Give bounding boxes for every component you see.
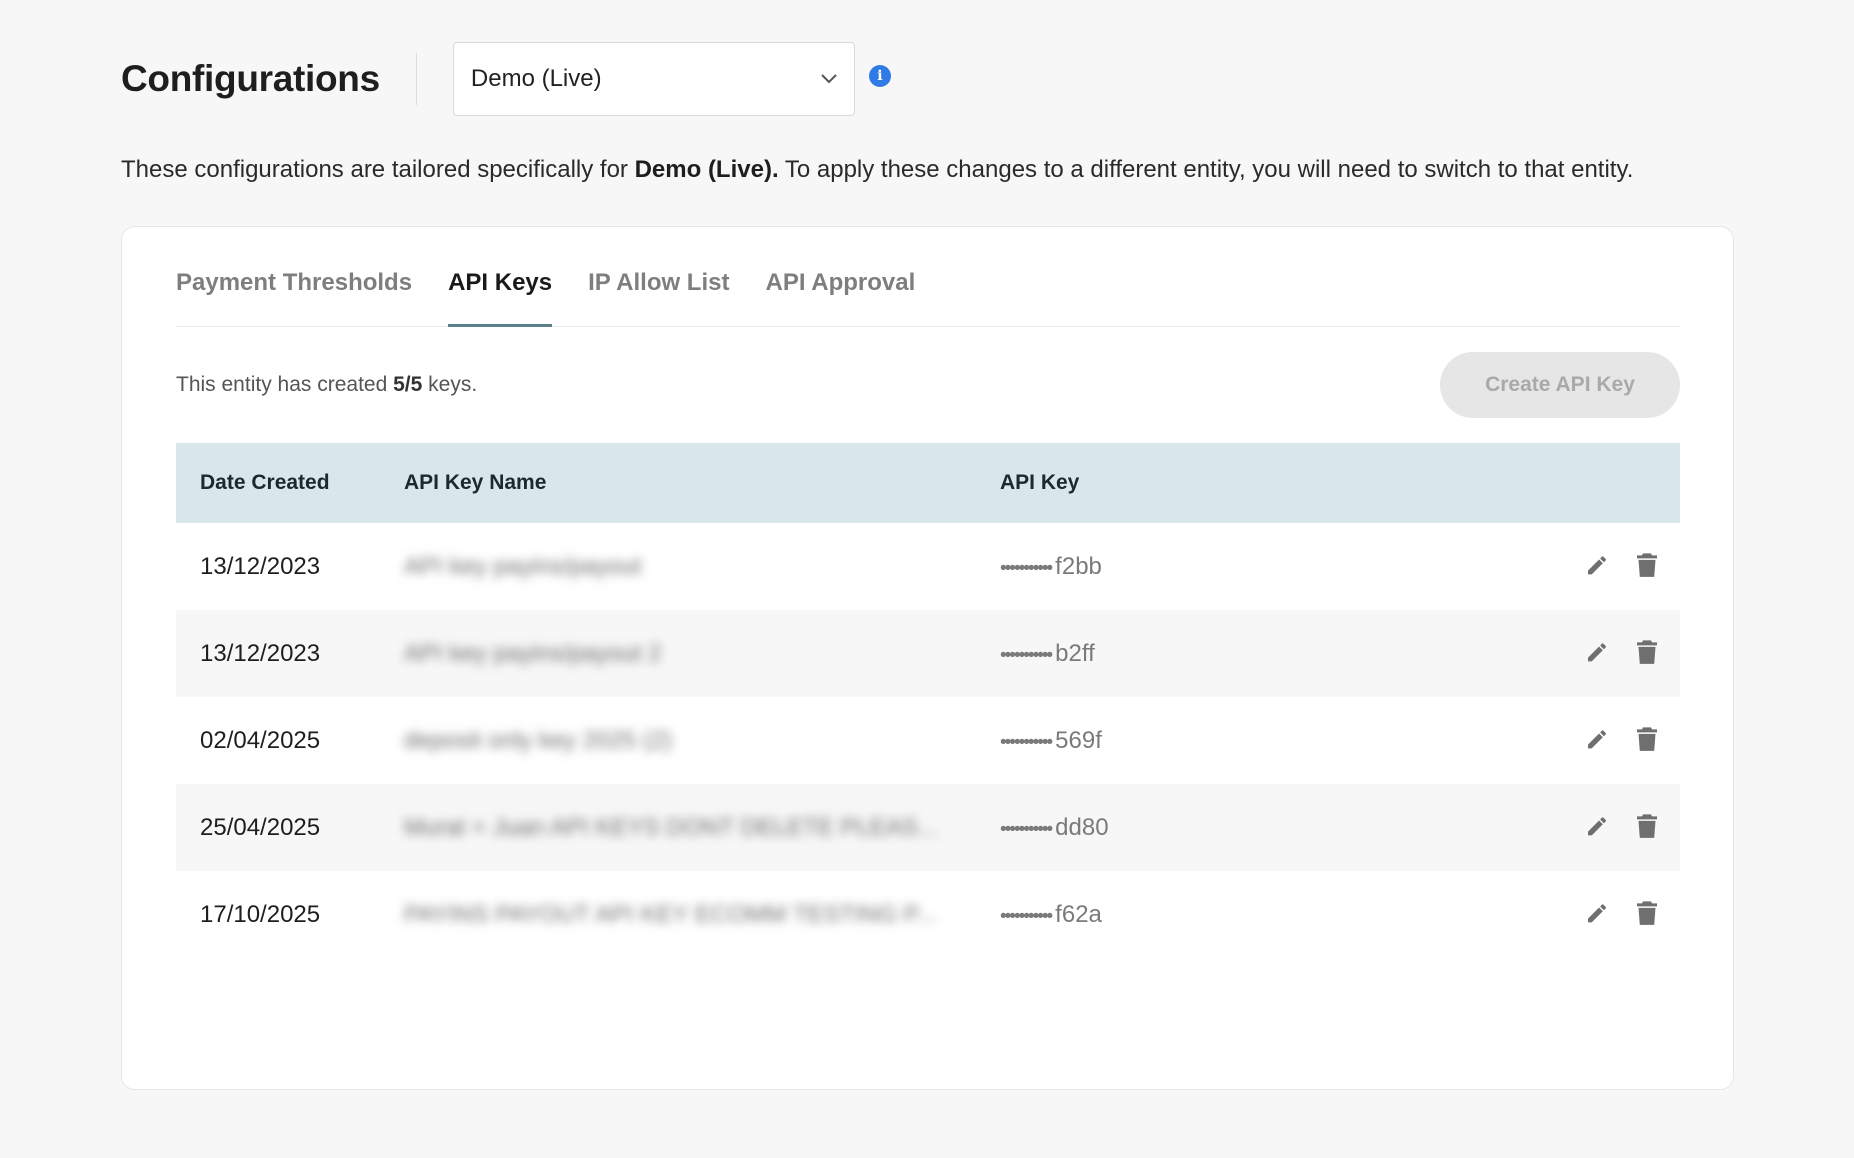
row-key-name: deposit only key 2025 (2) bbox=[404, 726, 673, 754]
tab-api-keys[interactable]: API Keys bbox=[448, 227, 553, 327]
key-mask: ••••••••••• bbox=[1000, 644, 1053, 666]
tab-api-approval[interactable]: API Approval bbox=[765, 227, 915, 326]
row-api-key: ••••••••••• f2bb bbox=[1000, 553, 1102, 581]
row-key-name: API key payins/payout bbox=[404, 552, 642, 580]
row-key-name: Murat + Juan API KEYS DONT DELETE PLEAS.… bbox=[404, 813, 938, 841]
trash-icon[interactable] bbox=[1634, 638, 1660, 666]
row-actions bbox=[1584, 725, 1660, 753]
configurations-page: Configurations Demo (Live) i These confi… bbox=[0, 0, 1854, 1158]
row-actions bbox=[1584, 812, 1660, 840]
table-header: Date Created API Key Name API Key bbox=[176, 443, 1680, 523]
row-key-name: API key payins/payout 2 bbox=[404, 639, 662, 667]
row-api-key: ••••••••••• dd80 bbox=[1000, 814, 1109, 842]
trash-icon[interactable] bbox=[1634, 812, 1660, 840]
api-keys-table: Date Created API Key Name API Key 13/12/… bbox=[176, 443, 1680, 958]
column-api-key-name: API Key Name bbox=[404, 471, 547, 494]
row-api-key: ••••••••••• f62a bbox=[1000, 901, 1102, 929]
description-suffix: To apply these changes to a different en… bbox=[778, 156, 1634, 183]
row-actions bbox=[1584, 899, 1660, 927]
key-count-suffix: keys. bbox=[422, 373, 478, 396]
entity-description: These configurations are tailored specif… bbox=[121, 156, 1633, 184]
key-count-value: 5/5 bbox=[393, 373, 423, 396]
row-key-name: PAYINS PAYOUT API KEY ECOMM TESTING P... bbox=[404, 900, 937, 928]
key-mask: ••••••••••• bbox=[1000, 905, 1053, 927]
table-row: 02/04/2025 deposit only key 2025 (2) •••… bbox=[176, 697, 1680, 784]
trash-icon[interactable] bbox=[1634, 551, 1660, 579]
key-suffix: b2ff bbox=[1055, 639, 1095, 667]
row-date: 13/12/2023 bbox=[200, 552, 321, 580]
row-actions bbox=[1584, 551, 1660, 579]
row-date: 25/04/2025 bbox=[200, 813, 321, 841]
key-count-prefix: This entity has created bbox=[176, 373, 394, 396]
row-api-key: ••••••••••• 569f bbox=[1000, 727, 1102, 755]
table-row: 17/10/2025 PAYINS PAYOUT API KEY ECOMM T… bbox=[176, 871, 1680, 958]
entity-select[interactable]: Demo (Live) bbox=[452, 42, 855, 116]
tab-payment-thresholds[interactable]: Payment Thresholds bbox=[176, 227, 412, 326]
key-suffix: f62a bbox=[1055, 900, 1102, 928]
pencil-icon[interactable] bbox=[1584, 638, 1610, 666]
description-prefix: These configurations are tailored specif… bbox=[121, 156, 635, 183]
title-divider bbox=[415, 53, 417, 105]
row-actions bbox=[1584, 638, 1660, 666]
key-suffix: f2bb bbox=[1055, 552, 1102, 580]
key-mask: ••••••••••• bbox=[1000, 557, 1053, 579]
key-mask: ••••••••••• bbox=[1000, 731, 1053, 753]
trash-icon[interactable] bbox=[1634, 899, 1660, 927]
key-suffix: 569f bbox=[1055, 726, 1102, 754]
row-date: 13/12/2023 bbox=[200, 639, 321, 667]
create-api-key-button[interactable]: Create API Key bbox=[1440, 352, 1680, 418]
table-row: 13/12/2023 API key payins/payout •••••••… bbox=[176, 523, 1680, 610]
pencil-icon[interactable] bbox=[1584, 812, 1610, 840]
tab-ip-allow-list[interactable]: IP Allow List bbox=[588, 227, 729, 326]
config-tabs: Payment Thresholds API Keys IP Allow Lis… bbox=[176, 227, 1680, 327]
info-icon[interactable]: i bbox=[868, 65, 891, 87]
trash-icon[interactable] bbox=[1634, 725, 1660, 753]
pencil-icon[interactable] bbox=[1584, 551, 1610, 579]
row-date: 17/10/2025 bbox=[200, 900, 321, 928]
row-date: 02/04/2025 bbox=[200, 726, 321, 754]
configurations-card: Payment Thresholds API Keys IP Allow Lis… bbox=[121, 226, 1734, 1090]
chevron-down-icon bbox=[820, 70, 838, 88]
column-api-key: API Key bbox=[1000, 471, 1080, 494]
pencil-icon[interactable] bbox=[1584, 899, 1610, 927]
table-row: 13/12/2023 API key payins/payout 2 •••••… bbox=[176, 610, 1680, 697]
page-header: Configurations Demo (Live) i bbox=[121, 42, 891, 116]
key-mask: ••••••••••• bbox=[1000, 818, 1053, 840]
table-row: 25/04/2025 Murat + Juan API KEYS DONT DE… bbox=[176, 784, 1680, 871]
pencil-icon[interactable] bbox=[1584, 725, 1610, 753]
key-suffix: dd80 bbox=[1055, 813, 1109, 841]
page-title: Configurations bbox=[121, 58, 380, 99]
description-entity: Demo (Live). bbox=[634, 156, 779, 183]
column-date-created: Date Created bbox=[200, 471, 330, 494]
row-api-key: ••••••••••• b2ff bbox=[1000, 640, 1095, 668]
entity-select-value: Demo (Live) bbox=[470, 65, 602, 92]
key-count-summary: This entity has created 5/5 keys. bbox=[176, 373, 477, 397]
